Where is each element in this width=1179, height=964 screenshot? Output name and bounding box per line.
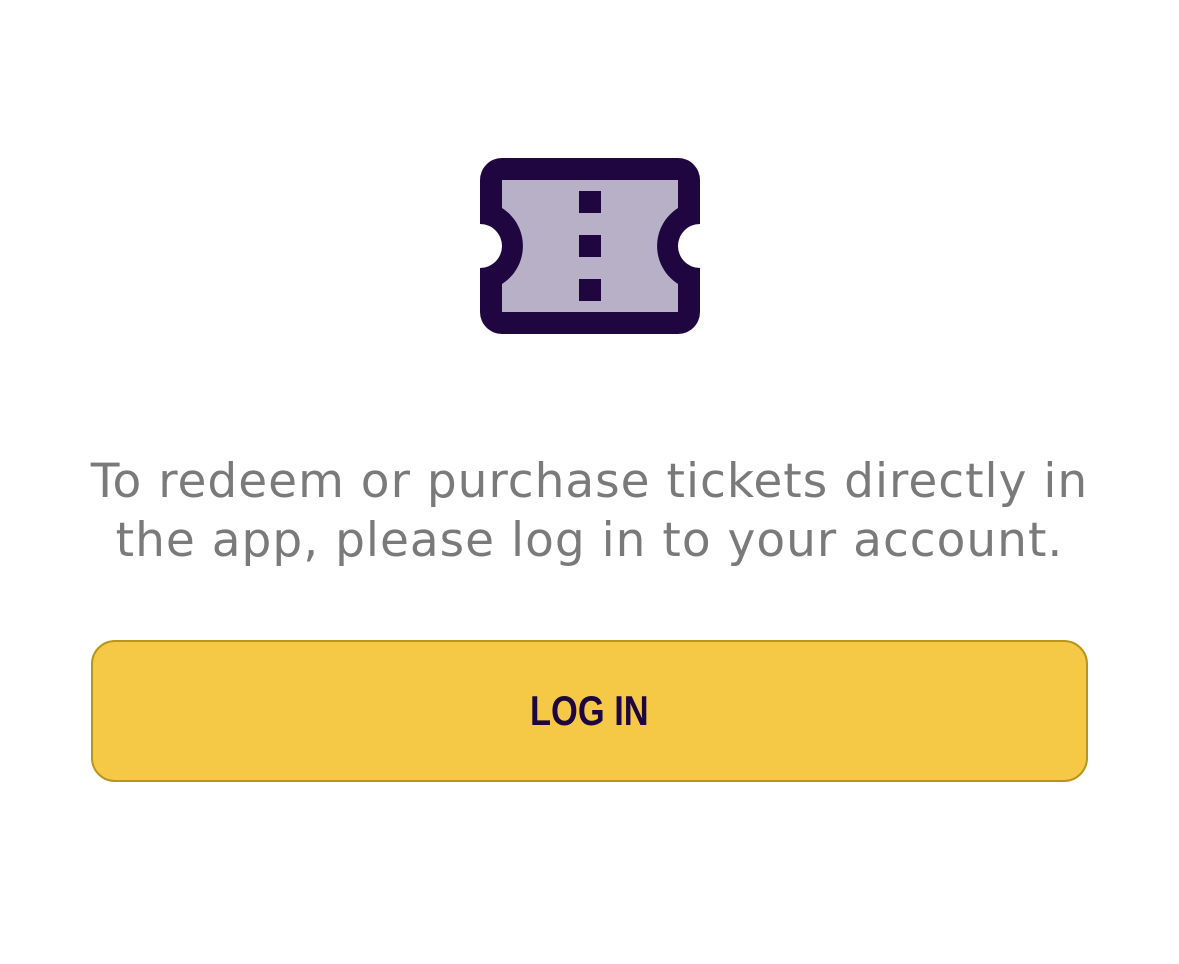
ticket-icon <box>480 158 700 334</box>
login-button[interactable]: LOG IN <box>91 640 1088 782</box>
login-prompt-message: To redeem or purchase tickets directly i… <box>90 454 1089 568</box>
login-button-label: LOG IN <box>530 687 649 734</box>
